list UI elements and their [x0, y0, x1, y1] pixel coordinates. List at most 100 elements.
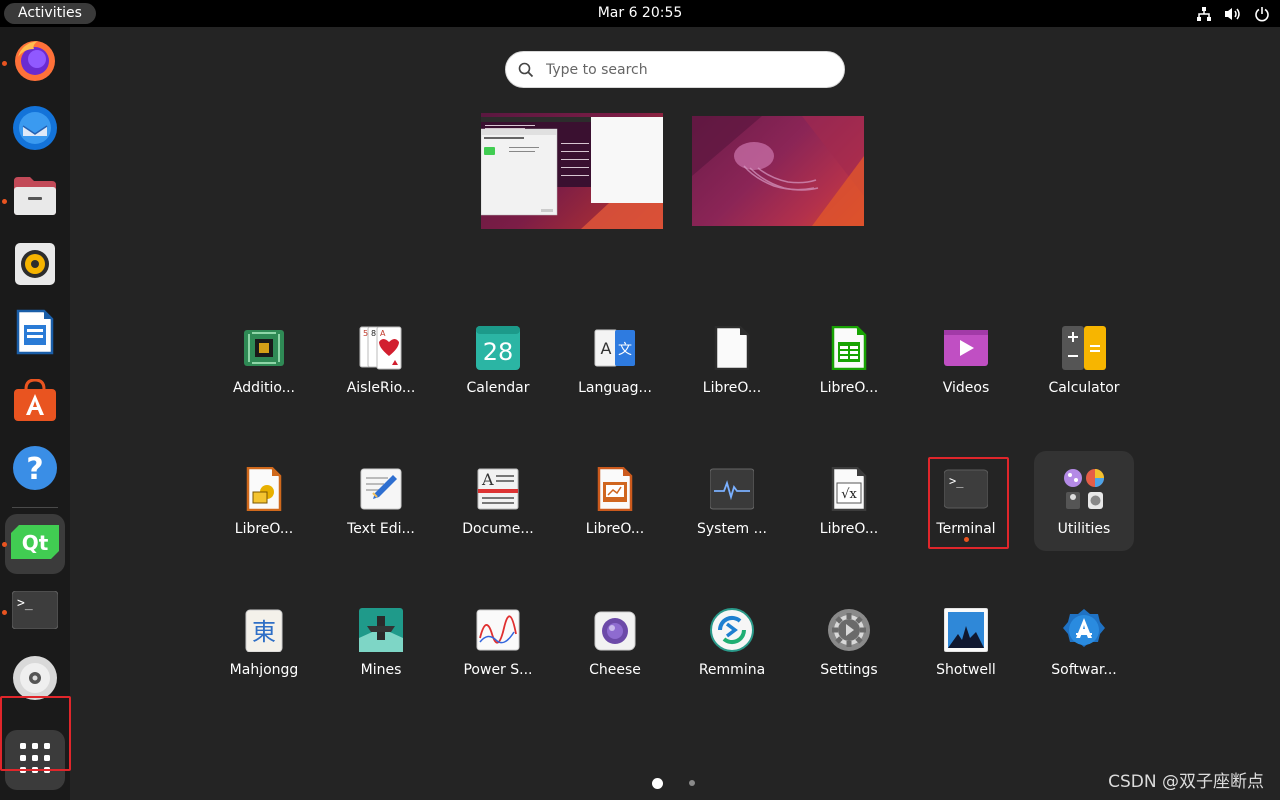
app-label: Shotwell	[936, 662, 996, 678]
running-indicator	[2, 199, 7, 204]
app-label: Docume...	[462, 521, 534, 537]
app-mines[interactable]: Mines	[331, 592, 431, 692]
app-document-viewer[interactable]: A Docume...	[448, 451, 548, 551]
app-mahjongg[interactable]: 東 Mahjongg	[214, 592, 314, 692]
dock-help[interactable]: ?	[5, 440, 65, 500]
running-indicator	[2, 610, 7, 615]
app-libreoffice-impress[interactable]: LibreO...	[214, 451, 314, 551]
app-label: Text Edi...	[347, 521, 415, 537]
app-software-updater[interactable]: Softwar...	[1034, 592, 1134, 692]
terminal-highlight-box	[928, 457, 1009, 549]
search-box[interactable]	[505, 51, 845, 88]
jellyfish-wallpaper	[692, 116, 864, 226]
svg-text:A: A	[380, 329, 386, 338]
desktop-overview: Activities Mar 6 20:55 ? Qt >_ Type to s…	[0, 0, 1280, 800]
page-indicator-1[interactable]	[652, 778, 663, 789]
running-indicator	[2, 61, 7, 66]
app-label: System ...	[696, 521, 767, 537]
remmina-icon	[710, 608, 754, 652]
shotwell-icon	[943, 607, 989, 653]
app-calendar[interactable]: 28 Calendar	[448, 310, 548, 410]
dock-files[interactable]	[5, 168, 65, 228]
app-language-support[interactable]: A文 Languag...	[565, 310, 665, 410]
svg-text:√x: √x	[841, 487, 857, 502]
app-label: Cheese	[589, 662, 641, 678]
software-updater-icon	[1062, 608, 1106, 652]
app-label: Mines	[360, 662, 402, 678]
page-indicator-2[interactable]	[689, 780, 695, 786]
svg-text:A: A	[601, 339, 612, 358]
running-indicator	[2, 542, 7, 547]
svg-text:5: 5	[363, 329, 368, 338]
app-label: Power S...	[463, 662, 533, 678]
app-cheese[interactable]: Cheese	[565, 592, 665, 692]
app-remmina[interactable]: Remmina	[682, 592, 782, 692]
folder-label: Utilities	[1057, 521, 1111, 537]
app-label: LibreO...	[702, 380, 762, 396]
app-label: Calendar	[466, 380, 530, 396]
activities-button[interactable]: Activities	[4, 3, 96, 24]
svg-text:8: 8	[371, 329, 376, 338]
system-monitor-icon	[709, 467, 755, 511]
libreoffice-draw-icon	[593, 466, 637, 512]
videos-icon	[944, 326, 988, 370]
workspace-thumbnail-1[interactable]	[481, 113, 663, 229]
app-text-editor[interactable]: Text Edi...	[331, 451, 431, 551]
rhythmbox-icon	[15, 243, 55, 289]
calculator-icon	[1062, 326, 1106, 370]
system-tray[interactable]	[1196, 4, 1270, 23]
dock-writer[interactable]	[5, 304, 65, 364]
power-icon[interactable]	[1254, 6, 1270, 22]
show-apps-highlight-box	[0, 696, 71, 771]
app-label: LibreO...	[585, 521, 645, 537]
search-icon	[518, 62, 534, 82]
app-shotwell[interactable]: Shotwell	[916, 592, 1016, 692]
power-statistics-icon	[476, 608, 520, 652]
thunderbird-icon	[11, 104, 59, 156]
dock-app-center[interactable]	[5, 372, 65, 432]
volume-icon[interactable]	[1224, 6, 1242, 22]
app-aisleriot[interactable]: 58A AisleRio...	[331, 310, 431, 410]
app-label: LibreO...	[234, 521, 294, 537]
dock-terminal[interactable]: >_	[5, 582, 65, 642]
app-label: Remmina	[698, 662, 766, 678]
dock-rhythmbox[interactable]	[5, 236, 65, 296]
dock-qt-creator[interactable]: Qt	[5, 514, 65, 574]
mines-icon	[359, 608, 403, 652]
dock-thunderbird[interactable]	[5, 100, 65, 160]
mahjongg-icon: 東	[242, 608, 286, 653]
svg-text:?: ?	[26, 452, 43, 487]
app-label: Mahjongg	[229, 662, 299, 678]
qt-icon: Qt	[11, 525, 59, 563]
app-label: AisleRio...	[346, 380, 416, 396]
dock-separator	[12, 507, 58, 508]
top-bar: Activities Mar 6 20:55	[0, 0, 1280, 27]
app-power-statistics[interactable]: Power S...	[448, 592, 548, 692]
workspace-thumbnail-2[interactable]	[692, 116, 864, 226]
clock-label[interactable]: Mar 6 20:55	[598, 5, 683, 21]
app-libreoffice-calc[interactable]: LibreO...	[799, 310, 899, 410]
text-editor-icon	[359, 467, 403, 511]
help-icon: ?	[12, 445, 58, 495]
app-settings[interactable]: Settings	[799, 592, 899, 692]
document-viewer-icon: A	[476, 467, 520, 511]
app-libreoffice[interactable]: LibreO...	[682, 310, 782, 410]
search-input[interactable]	[546, 52, 836, 87]
app-videos[interactable]: Videos	[916, 310, 1016, 410]
folder-utilities[interactable]: Utilities	[1034, 451, 1134, 551]
app-libreoffice-draw[interactable]: LibreO...	[565, 451, 665, 551]
app-label: LibreO...	[819, 521, 879, 537]
svg-text:28: 28	[483, 338, 514, 366]
app-calculator[interactable]: Calculator	[1034, 310, 1134, 410]
network-icon[interactable]	[1196, 6, 1212, 22]
calendar-icon: 28	[476, 326, 520, 370]
libreoffice-icon	[710, 325, 754, 371]
app-label: LibreO...	[819, 380, 879, 396]
clock: Mar 6 20:55	[0, 0, 1280, 26]
app-libreoffice-math[interactable]: √x LibreO...	[799, 451, 899, 551]
app-additional-drivers[interactable]: Additio...	[214, 310, 314, 410]
dock-firefox[interactable]	[5, 32, 65, 92]
app-system-monitor[interactable]: System ...	[682, 451, 782, 551]
watermark-text: CSDN @双子座断点	[1108, 772, 1264, 792]
dock: ? Qt >_	[0, 27, 70, 800]
